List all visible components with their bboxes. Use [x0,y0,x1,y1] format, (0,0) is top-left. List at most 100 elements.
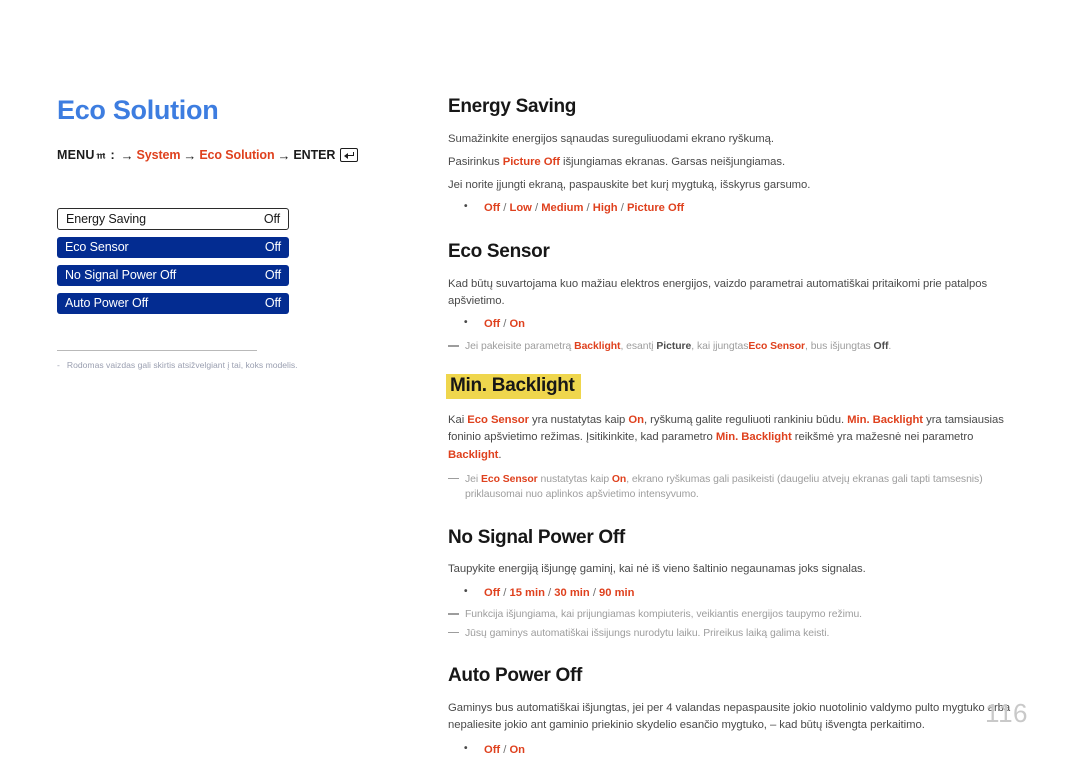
accent-backlight: Backlight [574,341,621,353]
osd-row-label: Energy Saving [66,211,146,226]
eco-sensor-options: Off / On [448,315,1028,333]
option-list-item: Off / 15 min / 30 min / 90 min [448,584,1028,602]
option-value: Medium [541,202,584,215]
text-fragment: Jei pakeisite parametrą [465,341,575,353]
text-fragment: , kai įjungtas [691,341,749,353]
section-title-min-backlight: Min. Backlight [446,374,581,400]
option-list-item: Off / On [448,741,1028,759]
osd-row-label: Auto Power Off [65,296,149,311]
section-title-auto-power-off: Auto Power Off [448,665,583,687]
accent-backlight: Backlight [448,448,499,461]
section-energy-saving: Energy Saving Sumažinkite energijos sąna… [448,96,1028,217]
text-fragment: išjungiamas ekranas. Garsas neišjungiama… [559,156,786,168]
text-fragment: Kai [448,414,468,427]
energy-saving-options: Off / Low / Medium / High / Picture Off [448,199,1028,217]
section-eco-sensor: Eco Sensor Kad būtų suvartojama kuo maži… [448,241,1028,354]
section-title-energy-saving: Energy Saving [448,96,577,117]
section-title-eco-sensor: Eco Sensor [448,241,550,263]
osd-row-label: Eco Sensor [65,240,129,255]
no-signal-paragraph-1: Taupykite energiją išjungę gaminį, kai n… [448,563,866,576]
option-value: Off [484,318,501,331]
osd-footnote: - Rodomas vaizdas gali skirtis atsižvelg… [57,360,407,371]
text-fragment: Jei [465,473,481,485]
option-value: Off [484,744,501,757]
text-fragment: . [888,341,892,353]
section-no-signal-power-off: No Signal Power Off Taupykite energiją i… [448,527,1028,642]
energy-saving-paragraph-1: Sumažinkite energijos sąnaudas sureguliu… [448,132,774,145]
breadcrumb: MENU 𝔪 : → System → Eco Solution → ENTER [57,148,407,163]
osd-row-label: No Signal Power Off [65,268,177,283]
osd-menu-mock: Energy Saving Off Eco Sensor Off No Sign… [57,207,289,314]
accent-on: On [611,473,627,485]
breadcrumb-arrow-icon-2: → [183,147,197,163]
accent-min-backlight: Min. Backlight [847,414,924,427]
eco-sensor-paragraph-1: Kad būtų suvartojama kuo mažiau elektros… [448,277,988,308]
text-fragment: yra nustatytas kaip [528,414,629,427]
auto-power-off-paragraph-1: Gaminys bus automatiškai išjungtas, jei … [448,701,1011,732]
eco-sensor-note-1: Jei pakeisite parametrą Backlight, esant… [448,339,1028,354]
no-signal-note-1: Funkcija išjungiama, kai prijungiamas ko… [448,607,1028,622]
footnote-text: Rodomas vaizdas gali skirtis atsižvelgia… [66,359,298,370]
osd-row-value: Off [263,211,280,226]
option-value: High [592,202,618,215]
option-value: On [509,318,526,331]
osd-row-energy-saving[interactable]: Energy Saving Off [57,207,289,230]
text-fragment: reikšmė yra mažesnė nei parametro [791,431,974,444]
accent-eco-sensor: Eco Sensor [467,414,529,427]
option-value: Off [484,202,501,215]
breadcrumb-colon: : [110,148,115,163]
menu-m-glyph-icon: 𝔪 [96,148,106,161]
section-auto-power-off: Auto Power Off Gaminys bus automatiškai … [448,665,1028,759]
osd-row-value: Off [264,296,281,311]
energy-saving-paragraph-3: Jei norite įjungti ekraną, paspauskite b… [448,179,811,192]
left-column: Eco Solution MENU 𝔪 : → System → Eco Sol… [57,95,407,371]
accent-min-backlight: Min. Backlight [715,431,792,444]
text-fragment: Pasirinkus [448,156,503,168]
breadcrumb-step-system: System [136,148,181,163]
text-fragment: , esantį [620,341,657,353]
option-value: 30 min [554,586,590,599]
breadcrumb-step-eco-solution: Eco Solution [199,148,275,163]
strong-picture: Picture [656,341,692,353]
osd-row-auto-power-off[interactable]: Auto Power Off Off [57,292,289,314]
option-list-item: Off / On [448,315,1028,333]
option-value: On [509,744,526,757]
option-value: 15 min [509,586,545,599]
option-value: 90 min [599,586,635,599]
osd-row-eco-sensor[interactable]: Eco Sensor Off [57,236,289,258]
osd-row-value: Off [264,268,281,283]
osd-row-value: Off [264,240,281,255]
strong-off: Off [873,341,889,353]
text-fragment: nustatytas kaip [537,473,612,485]
option-list-item: Off / Low / Medium / High / Picture Off [448,199,1028,217]
auto-power-off-options: Off / On [448,741,1028,759]
accent-eco-sensor: Eco Sensor [748,341,806,353]
text-fragment: , bus išjungtas [805,341,874,353]
footnote-divider [57,349,257,351]
energy-saving-paragraph-2: Pasirinkus Picture Off išjungiamas ekran… [448,154,1028,171]
footnote-dash: - [57,359,60,370]
right-column: Energy Saving Sumažinkite energijos sąna… [446,96,1028,783]
document-page: Eco Solution MENU 𝔪 : → System → Eco Sol… [0,0,1080,763]
accent-eco-sensor: Eco Sensor [480,473,538,485]
no-signal-note-2: Jūsų gaminys automatiškai išsijungs nuro… [448,626,1028,641]
text-fragment: , ryškumą galite reguliuoti rankiniu būd… [643,414,848,427]
breadcrumb-arrow-icon-1: → [120,147,134,163]
min-backlight-note-1: Jei Eco Sensor nustatytas kaip On, ekran… [448,472,1028,503]
page-title: Eco Solution [57,95,219,125]
breadcrumb-enter-label: ENTER [293,148,336,163]
section-title-no-signal-power-off: No Signal Power Off [448,526,625,548]
page-number: 116 [985,698,1028,728]
accent-on: On [628,414,644,427]
option-value: Picture Off [626,202,685,215]
no-signal-options: Off / 15 min / 30 min / 90 min [448,584,1028,602]
enter-key-icon [340,148,359,163]
section-min-backlight: Min. Backlight Kai Eco Sensor yra nustat… [446,374,1028,503]
min-backlight-paragraph-1: Kai Eco Sensor yra nustatytas kaip On, r… [448,412,1028,463]
osd-row-no-signal-power-off[interactable]: No Signal Power Off Off [57,264,289,286]
option-value: Low [509,202,532,215]
breadcrumb-arrow-icon-3: → [277,147,291,163]
text-fragment: . [498,448,502,461]
accent-picture-off: Picture Off [502,156,560,168]
breadcrumb-menu-label: MENU [57,148,95,163]
